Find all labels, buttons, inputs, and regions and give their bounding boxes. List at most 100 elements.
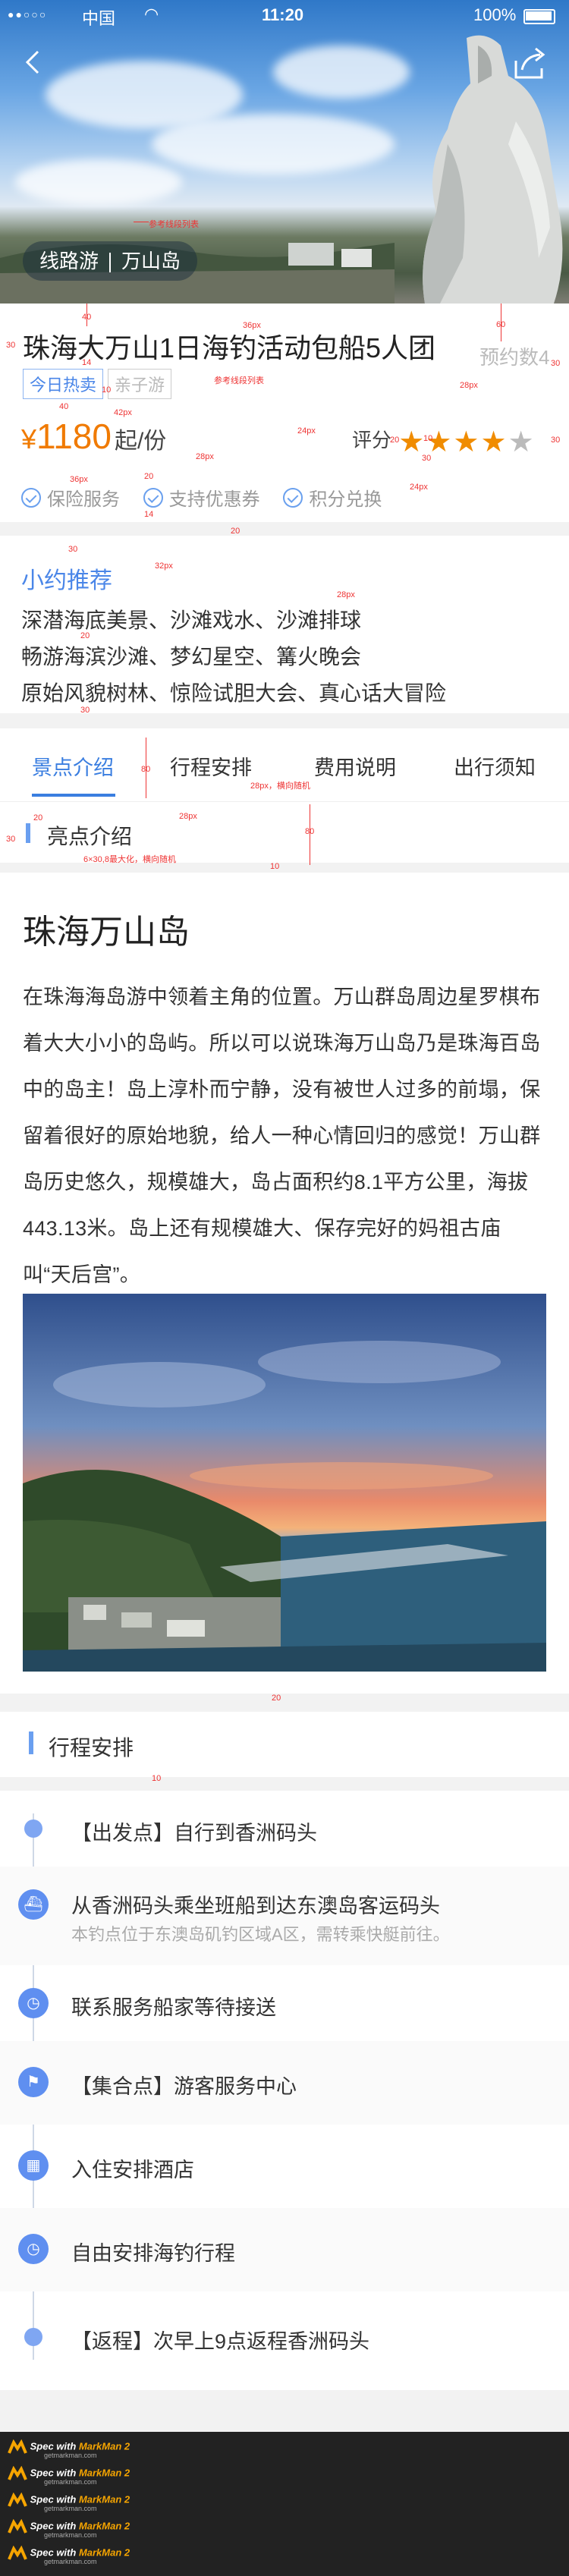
tag-place: 万山岛 [121,250,181,272]
active-tab-indicator [32,794,115,797]
hero-cloud [152,114,395,175]
itinerary-item: ⚑ 【集合点】游客服务中心 [0,2041,569,2125]
timeline-dot-icon [24,2328,42,2346]
timeline-dot-icon [24,1820,42,1838]
section-marker [26,823,30,843]
brand-text: MarkMan 2 [78,2520,130,2532]
tab-itinerary[interactable]: 行程安排 [170,751,252,781]
article-title: 珠海万山岛 [23,914,190,951]
rating-label: 评分 [352,429,392,451]
spec-annotation: 40 [59,402,69,411]
spec-annotation: 30 [6,341,16,350]
markman-logo-icon [8,2466,27,2480]
recommend-line: 深潜海底美景、沙滩戏水、沙滩排球 [21,609,362,632]
spec-annotation: 28px [460,381,478,390]
tab-notice[interactable]: 出行须知 [454,751,536,781]
spec-annotation: 32px [155,561,173,571]
markman-logo-icon [8,2439,27,2454]
markman-badge: Spec with MarkMan 2 getmarkman.com [8,2546,130,2568]
tag-row: 今日热卖 亲子游 [23,369,176,399]
tab-intro[interactable]: 景点介绍 [32,751,114,781]
spec-annotation: 28px [179,812,197,821]
tag-hot: 今日热卖 [23,369,104,399]
spec-text: Spec with [30,2546,77,2559]
article-body: 在珠海海岛游中领着主角的位置。万山群岛周边星罗棋布着大大小小的岛屿。所以可以说珠… [23,986,541,1286]
url-text: getmarkman.com [44,2452,97,2459]
itinerary-list: 【出发点】自行到香洲码头 ⛴ 从香洲码头乘坐班船到达东澳岛客运码头 本钓点位于东… [0,1791,569,2390]
spec-annotation: 20 [33,813,43,822]
service-points: 积分兑换 [283,484,382,511]
spec-annotation: 30 [6,835,16,844]
recommend-heading: 小约推荐 [21,568,112,593]
price: ¥1180 起/份 [21,416,166,457]
itinerary-item: ▦ 入住安排酒店 [0,2125,569,2208]
price-unit: 起/份 [114,429,167,454]
check-circle-icon [21,487,41,508]
clock-icon: ◷ [18,2234,49,2264]
spec-annotation: 参考线段列表 [214,376,264,385]
spec-text: Spec with [30,2440,77,2452]
spec-annotation: 10 [423,434,433,443]
check-circle-icon [143,487,163,508]
itinerary-item-title: 联系服务船家等待接送 [71,1996,276,2019]
star-filled-icon: ★ [480,426,507,458]
back-arrow-icon[interactable] [18,47,49,77]
tag-route: 线路游 [39,250,99,272]
ship-icon: ⛴ [18,1889,49,1920]
article: 珠海万山岛 在珠海海岛游中领着主角的位置。万山群岛周边星罗棋布着大大小小的岛屿。… [0,873,569,1694]
spec-annotation: 10 [152,1774,162,1783]
hero-cloud [273,46,410,99]
spec-annotation: 20 [390,436,400,445]
rating-stars: ★★★★★ [397,426,534,458]
service-row: 保险服务 支持优惠券 积分兑换 [21,484,400,513]
status-bar: ●●○○○ 中国 ◠ 11:20 100% [0,0,569,30]
spec-annotation: 30 [551,359,561,368]
spec-annotation: 24px [410,483,428,492]
product-summary: 珠海大万山1日海钓活动包船5人团 预约数4 今日热卖 亲子游 ¥1180 起/份 评… [0,304,569,522]
service-label: 积分兑换 [309,489,382,510]
url-text: getmarkman.com [44,2531,97,2539]
markman-badge: Spec with MarkMan 2 getmarkman.com [8,2466,130,2489]
spec-annotation: 10 [270,862,280,871]
share-icon[interactable] [510,44,549,83]
service-label: 支持优惠券 [168,489,260,510]
itinerary-title: 行程安排 [49,1736,134,1760]
markman-footer: Spec with MarkMan 2 getmarkman.com Spec w… [0,2432,569,2576]
brand-text: MarkMan 2 [78,2493,130,2505]
itinerary-item: ◷ 联系服务船家等待接送 [0,1965,569,2041]
island-photo [23,1294,546,1672]
spec-text: Spec with [30,2467,77,2479]
itinerary-item-title: 【集合点】游客服务中心 [71,2075,297,2098]
price-symbol: ¥ [21,423,37,454]
itinerary-item-title: 从香洲码头乘坐班船到达东澳岛客运码头 [71,1895,440,1917]
recommend-line: 畅游海滨沙滩、梦幻星空、篝火晚会 [21,645,362,668]
itinerary-item-title: 【返程】次早上9点返程香洲码头 [71,2330,370,2353]
tab-fees[interactable]: 费用说明 [314,751,396,781]
itinerary-item-title: 入住安排酒店 [71,2159,194,2181]
url-text: getmarkman.com [44,2505,97,2512]
markman-badge: Spec with MarkMan 2 getmarkman.com [8,2519,130,2542]
service-label: 保险服务 [47,489,120,510]
markman-logo-icon [8,2493,27,2507]
brand-text: MarkMan 2 [78,2440,130,2452]
spec-annotation: 30 [551,436,561,445]
itinerary-item: ⛴ 从香洲码头乘坐班船到达东澳岛客运码头 本钓点位于东澳岛矶钓区域A区，需转乘快… [0,1867,569,1965]
service-insurance: 保险服务 [21,484,120,511]
spec-annotation: 30 [68,545,78,554]
spec-annotation: 28px，横向随机 [250,782,310,791]
spec-annotation: 20 [80,631,90,640]
star-empty-icon: ★ [508,426,534,458]
spec-annotation: 14 [82,358,92,367]
spec-annotation: 20 [272,1694,281,1703]
highlights-title: 亮点介绍 [47,825,133,848]
spec-annotation: 28px [337,590,355,599]
itinerary-item: 【返程】次早上9点返程香洲码头 [0,2291,569,2383]
hero-tag-pill: 线路游 万山岛 [23,241,198,281]
signal-icon: ●●○○○ [8,8,48,20]
spec-annotation: 42px [114,408,132,417]
pill-divider [109,253,112,273]
section-marker [29,1731,33,1754]
markman-badge: Spec with MarkMan 2 getmarkman.com [8,2493,130,2515]
reserved-count: 预约数4 [479,346,550,369]
spec-annotation: 20 [231,527,240,536]
